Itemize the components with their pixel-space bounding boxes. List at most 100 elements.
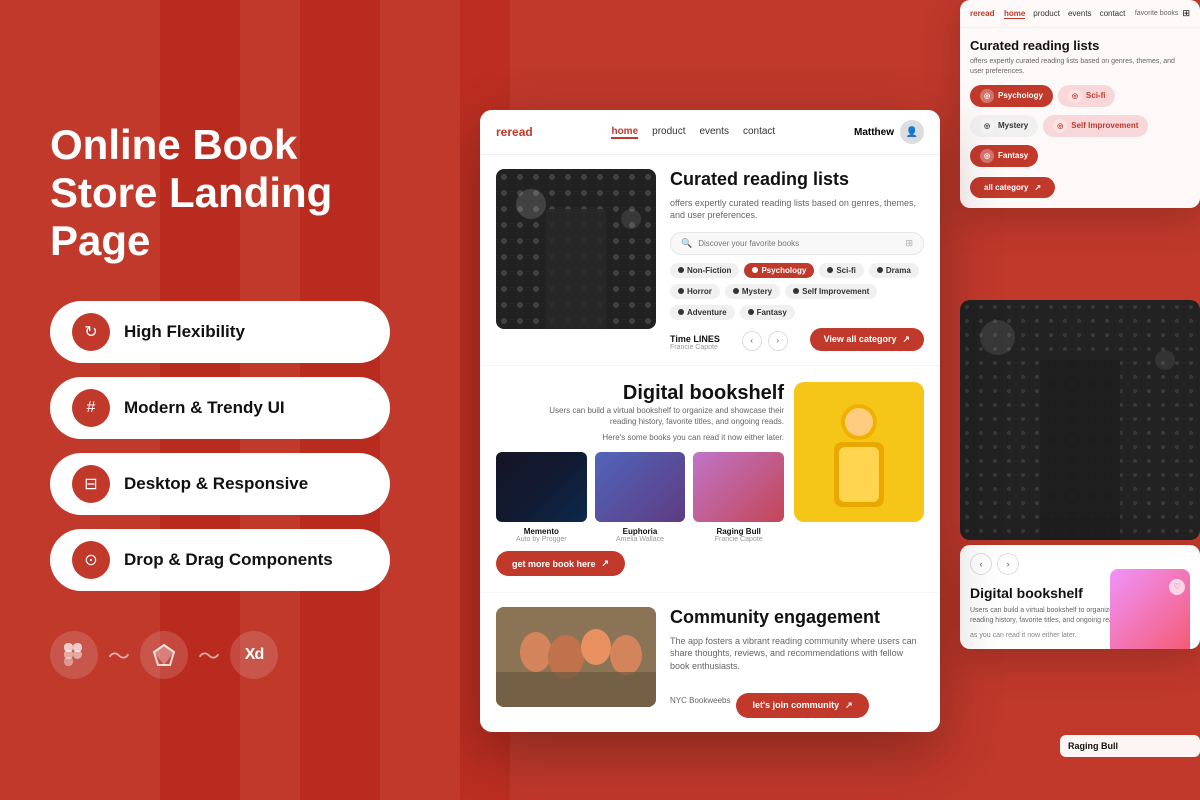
sci-fi-icon: ◎	[1068, 89, 1082, 103]
tag-mystery[interactable]: Mystery	[725, 284, 780, 299]
browser-main-mockup: reread home product events contact Matth…	[480, 110, 940, 732]
feature-label: High Flexibility	[124, 322, 245, 342]
search-bar[interactable]: 🔍 ⊞	[670, 232, 924, 255]
community-image-caption: NYC Bookweebs	[670, 696, 730, 705]
yellow-promo-box	[794, 382, 924, 522]
book-card-raging: Raging Bull Francie Capote	[693, 452, 784, 543]
user-avatar: 👤	[900, 120, 924, 144]
right-panel: reread home product events contact Matth…	[460, 0, 1200, 800]
book-name-euphoria: Euphoria	[595, 527, 686, 536]
digital-title: Digital bookshelf	[496, 382, 784, 405]
desktop-icon: ⊟	[72, 465, 110, 503]
panel-nav-events[interactable]: events	[1068, 9, 1092, 19]
tag-drama[interactable]: Drama	[869, 263, 919, 278]
section-digital: Digital bookshelf Users can build a virt…	[480, 366, 940, 593]
mystery-icon: ◎	[980, 119, 994, 133]
community-caption-row: NYC Bookweebs let's join community ↗	[670, 683, 924, 718]
get-more-button[interactable]: get more book here ↗	[496, 551, 625, 576]
fav-books-row3: ◎ Fantasy	[970, 145, 1190, 167]
feature-item-modern-trendy: # Modern & Trendy UI	[50, 377, 390, 439]
book-author-raging: Francie Capote	[693, 536, 784, 543]
panel-nav-contact[interactable]: contact	[1100, 9, 1126, 19]
fantasy-icon: ◎	[980, 149, 994, 163]
section-community: Community engagement The app fosters a v…	[480, 593, 940, 731]
panel-right-menu: home product events contact	[1004, 9, 1125, 19]
tag-self-improvement[interactable]: Self Improvement	[785, 284, 877, 299]
user-name: Matthew	[854, 127, 894, 138]
curated-title: Curated reading lists	[670, 169, 924, 191]
community-text-area: Community engagement The app fosters a v…	[670, 607, 924, 717]
nav-home[interactable]: home	[611, 126, 638, 139]
fav-books-row2: ◎ Mystery ◎ Self Improvement	[970, 115, 1190, 137]
high-flexibility-icon: ↻	[72, 313, 110, 351]
separator-wave-1: 〜	[108, 639, 130, 671]
nav-events[interactable]: events	[700, 126, 729, 139]
nav-contact[interactable]: contact	[743, 126, 775, 139]
dark-panel-circle2	[1155, 350, 1175, 370]
tag-sci-fi[interactable]: Sci-fi	[819, 263, 864, 278]
arrow-icon: ↗	[602, 558, 610, 569]
join-community-button[interactable]: let's join community ↗	[736, 693, 868, 718]
tool-logos: 〜 〜 Xd	[50, 631, 410, 679]
digital-layout: Digital bookshelf Users can build a virt…	[496, 382, 924, 576]
digital-left: Digital bookshelf Users can build a virt…	[496, 382, 784, 576]
tag-non-fiction[interactable]: Non-Fiction	[670, 263, 739, 278]
fav-tag-mystery[interactable]: ◎ Mystery	[970, 115, 1038, 137]
dark-panel-circle1	[980, 320, 1015, 355]
book-hero-image	[496, 169, 656, 329]
panel-right-top: reread home product events contact favor…	[960, 0, 1200, 208]
tag-horror[interactable]: Horror	[670, 284, 720, 299]
book-cover-memento	[496, 452, 587, 522]
fav-tag-sci-fi[interactable]: ◎ Sci-fi	[1058, 85, 1116, 107]
fav-tag-psychology[interactable]: ◎ Psychology	[970, 85, 1053, 107]
prev-arrow[interactable]: ‹	[742, 331, 762, 351]
book-author-euphoria: Amelia Wallace	[595, 536, 686, 543]
book-name-raging: Raging Bull	[693, 527, 784, 536]
curated-desc: offers expertly curated reading lists ba…	[670, 197, 924, 222]
panel-dark-book-image	[960, 300, 1200, 540]
section-curated: Curated reading lists offers expertly cu…	[480, 155, 940, 366]
feature-label: Modern & Trendy UI	[124, 398, 285, 418]
panel-curated-title: Curated reading lists	[970, 38, 1190, 53]
book-name-memento: Memento	[496, 527, 587, 536]
panel-next-arrow[interactable]: ›	[997, 553, 1019, 575]
nav-product[interactable]: product	[652, 126, 685, 139]
browser-logo: reread	[496, 125, 533, 139]
panel-curated-content: Curated reading lists offers expertly cu…	[960, 28, 1200, 208]
books-grid: Memento Auto by Progger Euphoria Amelia …	[496, 452, 784, 543]
community-image	[496, 607, 656, 707]
book-timeline: Time LINES Francie Capote ‹ › View all c…	[670, 328, 924, 351]
tag-psychology[interactable]: Psychology	[744, 263, 814, 278]
panel-prev-arrow[interactable]: ‹	[970, 553, 992, 575]
digital-header: Digital bookshelf Users can build a virt…	[496, 382, 784, 442]
tag-fantasy[interactable]: Fantasy	[740, 305, 795, 320]
view-all-button[interactable]: View all category ↗	[810, 328, 924, 351]
next-arrow[interactable]: ›	[768, 331, 788, 351]
book-card-euphoria: Euphoria Amelia Wallace	[595, 452, 686, 543]
raging-bull-label: Raging Bull	[1060, 735, 1200, 757]
all-category-row: all category ↗	[970, 177, 1190, 198]
genre-tags-row3: Adventure Fantasy	[670, 305, 924, 320]
genre-tags-row1: Non-Fiction Psychology Sci-fi Drama	[670, 263, 924, 278]
dark-panel-figure	[1040, 360, 1120, 540]
fav-tag-fantasy[interactable]: ◎ Fantasy	[970, 145, 1038, 167]
promo-person-image	[804, 392, 914, 512]
timeline-nav-arrows: ‹ ›	[742, 331, 788, 351]
all-category-button[interactable]: all category ↗	[970, 177, 1055, 198]
panel-favorite-label: favorite books	[1135, 10, 1179, 17]
timeline-book-title: Time LINES	[670, 334, 720, 344]
panel-nav-product[interactable]: product	[1033, 9, 1060, 19]
figma-logo	[50, 631, 98, 679]
panel-grid-icon: ⊞	[1182, 8, 1190, 19]
tag-adventure[interactable]: Adventure	[670, 305, 735, 320]
panel-right-user: favorite books ⊞	[1135, 8, 1190, 19]
fav-tag-self-improvement[interactable]: ◎ Self Improvement	[1043, 115, 1148, 137]
heart-icon: ♡	[1169, 579, 1185, 595]
arrow-icon: ↗	[845, 700, 853, 711]
search-input[interactable]	[698, 239, 899, 248]
genre-tags-row2: Horror Mystery Self Improvement	[670, 284, 924, 299]
feature-label: Drop & Drag Components	[124, 550, 333, 570]
panel-right-navbar: reread home product events contact favor…	[960, 0, 1200, 28]
panel-nav-home[interactable]: home	[1004, 9, 1025, 19]
search-icon: 🔍	[681, 238, 692, 249]
